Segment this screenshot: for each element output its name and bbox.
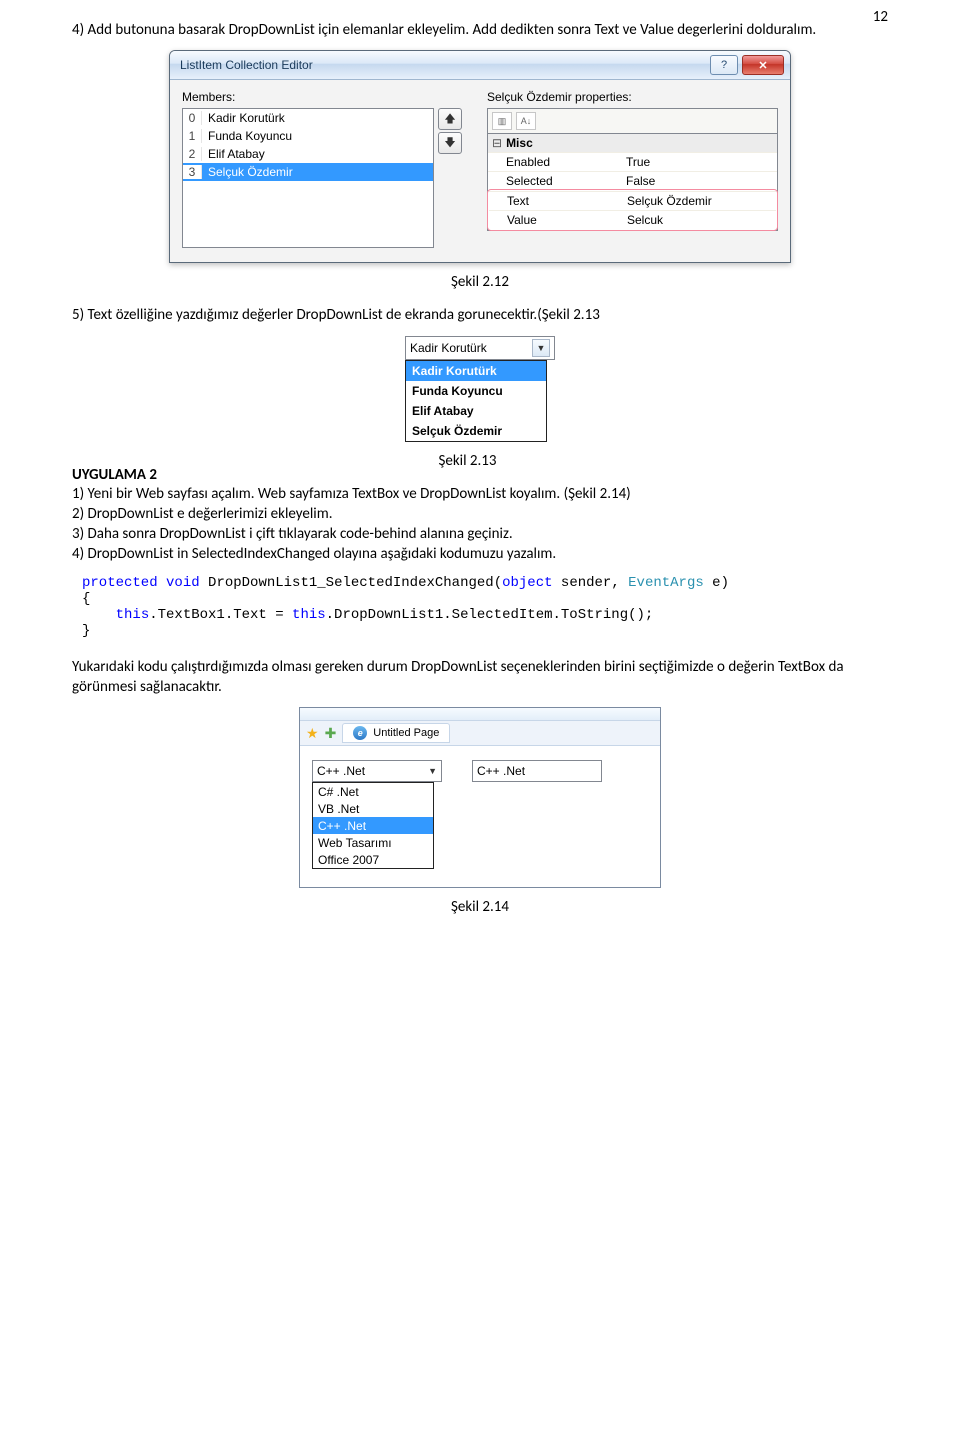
option-item[interactable]: Web Tasarımı (313, 834, 433, 851)
option-item[interactable]: C# .Net (313, 783, 433, 800)
figure-caption-2-12: Şekil 2.12 (72, 273, 888, 291)
move-up-button[interactable]: 🡅 (438, 108, 462, 130)
option-item[interactable]: Office 2007 (313, 851, 433, 868)
dropdown-value: C++ .Net (317, 764, 365, 778)
options-list[interactable]: C# .Net VB .Net C++ .Net Web Tasarımı Of… (312, 782, 434, 869)
dropdown-option[interactable]: Selçuk Özdemir (406, 421, 546, 441)
listitem-editor-dialog: ListItem Collection Editor ? ✕ Members: … (169, 50, 791, 263)
close-button[interactable]: ✕ (742, 55, 784, 75)
paragraph-bottom: Yukarıdaki kodu çalıştırdığımızda olması… (72, 657, 888, 698)
figure-caption-2-13: Şekil 2.13 (157, 452, 778, 470)
textbox-value: C++ .Net (477, 764, 525, 778)
favorites-icon[interactable]: ★ (306, 725, 319, 742)
members-listbox[interactable]: 0Kadir Korutürk 1Funda Koyuncu 2Elif Ata… (182, 108, 434, 248)
pg-key: Enabled (488, 155, 626, 169)
dropdown-selected: Kadir Korutürk (410, 341, 487, 355)
step-1: 1) Yeni bir Web sayfası açalım. Web sayf… (72, 484, 888, 504)
paragraph-4: 4) Add butonuna basarak DropDownList içi… (72, 20, 888, 40)
heading-uygulama-2: UYGULAMA 2 (72, 466, 157, 484)
tab-title: Untitled Page (373, 727, 439, 739)
ie-icon: e (353, 726, 367, 740)
chevron-down-icon: ▼ (532, 339, 550, 357)
help-button[interactable]: ? (710, 55, 738, 75)
step-4: 4) DropDownList in SelectedIndexChanged … (72, 544, 888, 564)
property-grid[interactable]: Misc EnabledTrue SelectedFalse TextSelçu… (487, 134, 778, 231)
pg-category: Misc (488, 134, 777, 152)
properties-label: Selçuk Özdemir properties: (487, 90, 778, 104)
pg-val[interactable]: False (626, 174, 777, 188)
pg-key: Text (489, 194, 627, 208)
dropdown-combobox[interactable]: Kadir Korutürk ▼ (405, 336, 555, 360)
chevron-down-icon: ▼ (428, 766, 437, 776)
paragraph-5: 5) Text özelliğine yazdığımız değerler D… (72, 305, 888, 325)
pg-key: Value (489, 213, 627, 227)
list-item: 0Kadir Korutürk (183, 109, 433, 127)
dropdown-option[interactable]: Kadir Korutürk (406, 361, 546, 381)
option-item[interactable]: VB .Net (313, 800, 433, 817)
step-3: 3) Daha sonra DropDownList i çift tıklay… (72, 524, 888, 544)
sort-icon[interactable]: A↓ (516, 112, 536, 130)
page-number: 12 (873, 8, 888, 26)
dropdown-option[interactable]: Funda Koyuncu (406, 381, 546, 401)
members-label: Members: (182, 90, 473, 104)
figure-caption-2-14: Şekil 2.14 (72, 898, 888, 916)
dropdown-option[interactable]: Elif Atabay (406, 401, 546, 421)
pg-val[interactable]: True (626, 155, 777, 169)
pg-key: Selected (488, 174, 626, 188)
dropdown-list[interactable]: Kadir Korutürk Funda Koyuncu Elif Atabay… (405, 360, 547, 442)
move-down-button[interactable]: 🡇 (438, 132, 462, 154)
option-item[interactable]: C++ .Net (313, 817, 433, 834)
pg-val[interactable]: Selçuk Özdemir (627, 194, 776, 208)
list-item: 1Funda Koyuncu (183, 127, 433, 145)
pg-val[interactable]: Selcuk (627, 213, 776, 227)
list-item: 3Selçuk Özdemir (183, 163, 433, 181)
browser-window: ★ ✚ e Untitled Page C++ .Net ▼ C# .Net (299, 707, 661, 888)
dropdown-runtime: Kadir Korutürk ▼ Kadir Korutürk Funda Ko… (405, 336, 555, 442)
propgrid-toolbar: ▥ A↓ (487, 108, 778, 134)
browser-tab[interactable]: e Untitled Page (342, 723, 450, 743)
textbox-field[interactable]: C++ .Net (472, 760, 602, 782)
dropdown-field[interactable]: C++ .Net ▼ (312, 760, 442, 782)
list-item: 2Elif Atabay (183, 145, 433, 163)
categorized-icon[interactable]: ▥ (492, 112, 512, 130)
step-2: 2) DropDownList e değerlerimizi ekleyeli… (72, 504, 888, 524)
add-favorite-icon[interactable]: ✚ (325, 725, 337, 742)
dialog-title: ListItem Collection Editor (180, 58, 706, 72)
code-block: protected void DropDownList1_SelectedInd… (82, 575, 888, 639)
